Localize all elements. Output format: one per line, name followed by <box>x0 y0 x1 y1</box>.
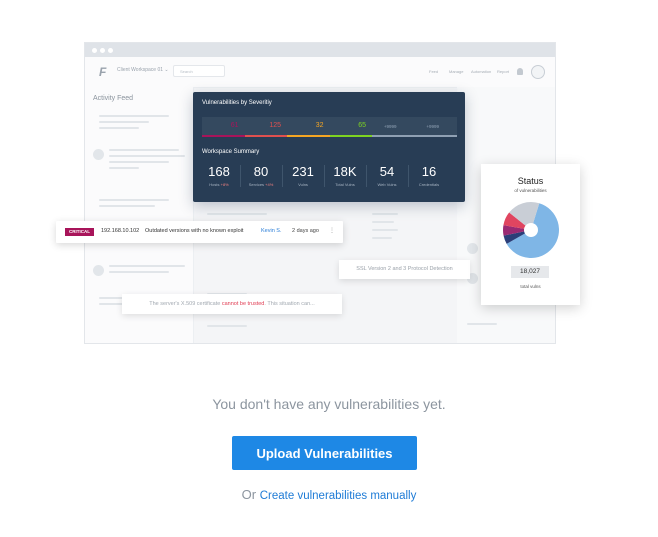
or-text: Or <box>241 487 257 502</box>
table-placeholder-line <box>207 325 247 327</box>
stat-divider <box>282 165 283 187</box>
app-header: F Client Workspace 01 ⌄ Search Feed Mana… <box>85 57 555 88</box>
stat-label: Web Vulns <box>377 182 397 187</box>
stat-delta: +4% <box>265 182 274 187</box>
certificate-chip: The server's X.509 certificate cannot be… <box>122 294 342 314</box>
create-manually-row: Or Create vulnerabilities manually <box>0 487 658 502</box>
cert-text-after: . This situation can... <box>264 301 315 307</box>
status-total-label: total vulns <box>520 284 541 289</box>
stat-divider <box>240 165 241 187</box>
feed-placeholder-line <box>99 199 169 201</box>
alert-user: Kevin S. <box>261 228 282 234</box>
stat-value: 16 <box>421 164 437 179</box>
stat-label: Total Vulns <box>335 182 355 187</box>
status-total: 18,027 <box>511 266 549 278</box>
feed-placeholder-line <box>109 155 185 157</box>
status-subtitle: of vulnerabilities <box>514 188 547 193</box>
upload-vulnerabilities-button[interactable]: Upload Vulnerabilities <box>232 436 417 470</box>
window-dot-icon <box>92 48 97 53</box>
cert-text-highlight: cannot be trusted <box>221 301 265 307</box>
more-icon: ⋮ <box>329 228 335 234</box>
stat-value: 168 <box>208 164 230 179</box>
table-placeholder-line <box>372 221 394 223</box>
status-card: Status of vulnerabilities 18,027 total v… <box>481 164 580 305</box>
feed-placeholder-line <box>109 167 139 169</box>
donut-hole <box>524 223 538 237</box>
cert-text-before: The server's X.509 certificate <box>149 301 221 307</box>
severity-bar <box>244 135 287 137</box>
vulnerabilities-card: Vulnerabilities by Severitiy 61 125 32 65 +9… <box>193 92 465 202</box>
app-logo: F <box>99 65 107 79</box>
severity-bar <box>414 135 457 137</box>
activity-feed-title: Activity Feed <box>93 95 134 102</box>
severity-count: 125 <box>269 122 281 129</box>
nav-report: Report <box>497 69 510 74</box>
severity-count: 61 <box>230 122 239 129</box>
severity-count: 65 <box>358 122 366 129</box>
stat-divider <box>324 165 325 187</box>
window-dot-icon <box>100 48 105 53</box>
ssl-chip: SSL Version 2 and 3 Protocol Detection <box>339 260 470 279</box>
stat-value: 80 <box>253 164 269 179</box>
stat-label: Services +4% <box>248 182 274 187</box>
feed-placeholder-line <box>109 265 185 267</box>
stat-divider <box>408 165 409 187</box>
stat-value: 231 <box>292 164 314 179</box>
alert-row: CRITICAL 192.168.10.102 Outdated version… <box>56 221 343 243</box>
stat-label: Hosts +8% <box>209 182 229 187</box>
table-placeholder-line <box>372 237 392 239</box>
feed-placeholder-line <box>99 127 139 129</box>
panel-placeholder-line <box>467 323 497 325</box>
alert-time: 2 days ago <box>292 228 319 234</box>
search-input: Search <box>173 65 225 77</box>
stat-divider <box>366 165 367 187</box>
feed-placeholder-line <box>99 115 169 117</box>
feed-placeholder-line <box>99 121 149 123</box>
status-title: Status <box>517 176 544 186</box>
nav-manage: Manage <box>449 69 464 74</box>
nav-feed: Feed <box>429 69 439 74</box>
severity-row: 61 125 32 65 +9999 +9999 <box>202 117 457 137</box>
alert-message: Outdated versions with no known exploit <box>145 228 244 234</box>
severity-count: +9999 <box>383 124 397 129</box>
vulnerabilities-card-title: Vulnerabilities by Severitiy <box>202 100 272 106</box>
table-placeholder-line <box>372 229 398 231</box>
workspace-select: Client Workspace 01 ⌄ <box>117 67 169 73</box>
panel-avatar <box>467 243 478 254</box>
status-donut-chart <box>503 202 559 258</box>
stat-delta: +8% <box>220 182 229 187</box>
alert-ip: 192.168.10.102 <box>101 228 140 234</box>
stat-label: Credentials <box>418 182 440 187</box>
severity-count: +9999 <box>426 124 440 129</box>
severity-bar <box>329 135 372 137</box>
table-placeholder-line <box>207 213 267 215</box>
severity-bar <box>287 135 330 137</box>
empty-state-message: You don't have any vulnerabilities yet. <box>212 396 446 412</box>
stat-label: Vulns <box>298 182 308 187</box>
workspace-summary-title: Workspace Summary <box>202 149 260 155</box>
nav-automation: Automation <box>471 69 492 74</box>
create-vulnerabilities-link[interactable]: Create vulnerabilities manually <box>260 490 417 502</box>
severity-bar <box>202 135 245 137</box>
window-dot-icon <box>108 48 113 53</box>
severity-count: 32 <box>315 122 324 129</box>
feed-placeholder-line <box>99 205 155 207</box>
window-titlebar <box>85 43 555 57</box>
stat-value: 54 <box>379 164 395 179</box>
stat-value: 18K <box>333 164 357 179</box>
avatar <box>531 65 545 79</box>
bell-icon <box>517 68 523 75</box>
critical-badge: CRITICAL <box>65 228 94 236</box>
feed-placeholder-line <box>109 161 169 163</box>
feed-placeholder-line <box>109 271 169 273</box>
severity-bar <box>372 135 415 137</box>
feed-placeholder-line <box>109 149 179 151</box>
table-placeholder-line <box>372 213 398 215</box>
feed-avatar <box>93 149 104 160</box>
feed-avatar <box>93 265 104 276</box>
